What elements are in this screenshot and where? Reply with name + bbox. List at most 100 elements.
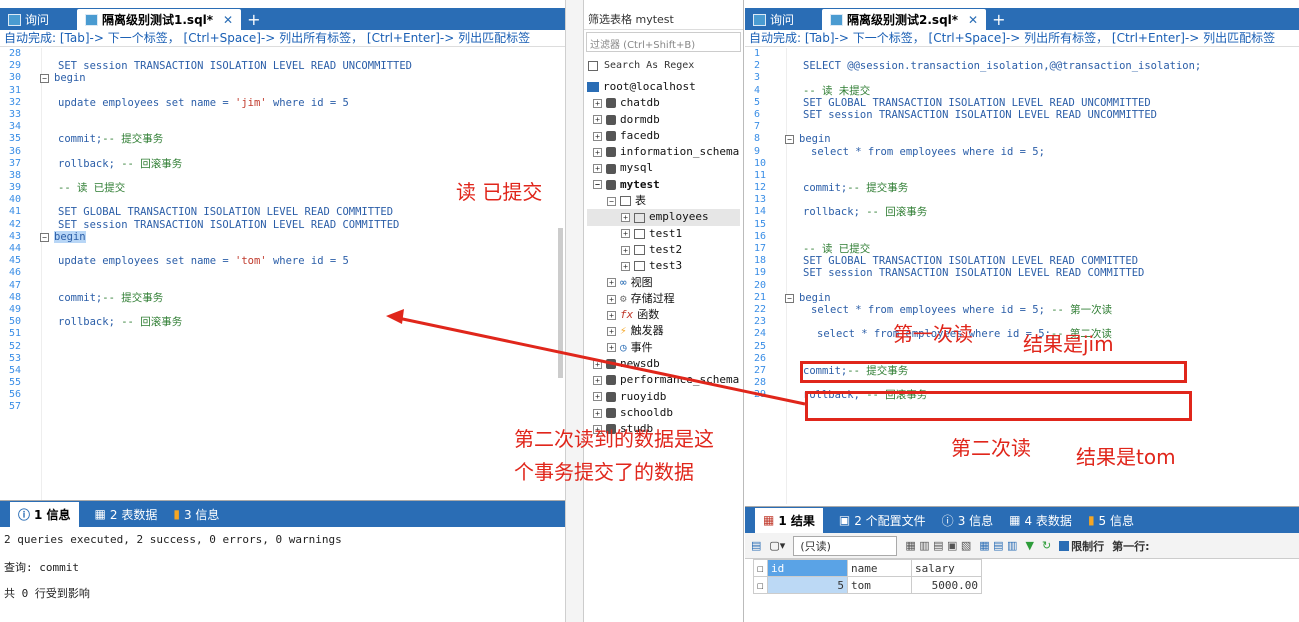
tree-db[interactable]: + schooldb (587, 405, 740, 421)
select-all-cell[interactable]: ☐ (753, 559, 768, 577)
add-tab-button[interactable]: + (241, 10, 266, 30)
column-header[interactable]: name (847, 559, 912, 577)
sql-file-icon (85, 13, 99, 26)
column-header[interactable]: id (767, 559, 848, 577)
filter-input[interactable]: 过滤器 (Ctrl+Shift+B) (586, 32, 741, 52)
tab-profile[interactable]: ▣ 2 个配置文件 (839, 512, 926, 529)
query-icon (8, 13, 21, 26)
expand-icon[interactable]: + (593, 375, 602, 385)
grid-cell[interactable]: 5 (767, 576, 848, 594)
line-number: 45 (9, 255, 22, 267)
tree-tables-folder[interactable]: − 表 (587, 193, 740, 209)
tab-query[interactable]: 询问 (745, 9, 802, 30)
annotation-explain-line2: 个事务提交了的数据 (514, 460, 694, 484)
result-grid[interactable]: ☐ id name salary ☐ 5 tom 5000.00 (753, 559, 982, 594)
line-number: 53 (9, 352, 22, 364)
tree-table[interactable]: + test1 (587, 226, 740, 242)
grid-cell[interactable]: tom (847, 576, 912, 594)
row-checkbox[interactable]: ☐ (753, 576, 768, 594)
tree-table[interactable]: + employees (587, 209, 740, 226)
line-number: 15 (754, 218, 767, 230)
line-gutter: 28 29 30 31 32 33 34 35 36 37 38 39 40 41 42 43 44 45 46 47… (0, 48, 42, 500)
tree-views[interactable]: + ∞ 视图 (587, 275, 740, 291)
tab-isolation-test-1[interactable]: 隔离级别测试1.sql* ✕ (77, 9, 242, 30)
expand-icon[interactable]: + (607, 294, 616, 304)
fold-icon[interactable]: − (40, 74, 49, 84)
collapse-icon[interactable]: − (607, 196, 616, 206)
tree-db[interactable]: + mysql (587, 160, 740, 176)
table-row[interactable]: ☐ 5 tom 5000.00 (753, 576, 982, 594)
limit-checkbox[interactable]: 限制行 (1059, 538, 1104, 554)
regex-option[interactable]: Search As Regex (584, 54, 743, 77)
right-tab-bar: 询问 隔离级别测试2.sql* ✕ + (745, 8, 1299, 30)
code-comment: -- 读 已提交 (803, 243, 871, 255)
expand-icon[interactable]: + (593, 98, 602, 108)
fold-icon[interactable]: − (40, 232, 49, 242)
limit-label: 限制行 (1071, 539, 1105, 553)
tab-table-data[interactable]: ▦ 2 表数据 (95, 506, 158, 523)
tree-procedures[interactable]: + ⚙ 存储过程 (587, 291, 740, 307)
tree-db[interactable]: + performance_schema (587, 372, 740, 388)
tree-db[interactable]: + dormdb (587, 112, 740, 128)
tab-info-3[interactable]: ▮ 3 信息 (173, 506, 219, 523)
tree-db[interactable]: + information_schema (587, 144, 740, 160)
column-header[interactable]: salary (911, 559, 982, 577)
expand-icon[interactable]: + (593, 359, 602, 369)
expand-icon[interactable]: + (621, 261, 630, 271)
tab-isolation-test-2[interactable]: 隔离级别测试2.sql* ✕ (822, 9, 987, 30)
tree-label: dormdb (620, 112, 660, 126)
tree-label: 视图 (630, 275, 653, 289)
refresh-icon[interactable]: ↻ (1042, 539, 1051, 552)
expand-icon[interactable]: + (607, 327, 616, 337)
tab-query[interactable]: 询问 (0, 9, 57, 30)
close-icon[interactable]: ✕ (223, 13, 233, 27)
checkbox-checked[interactable] (1059, 540, 1070, 551)
tree-db-current[interactable]: − mytest (587, 177, 740, 193)
readonly-select[interactable]: (只读) (793, 535, 898, 556)
grid-cell[interactable]: 5000.00 (911, 576, 982, 594)
expand-icon[interactable]: + (593, 392, 602, 402)
expand-icon[interactable]: + (593, 115, 602, 125)
expand-icon[interactable]: + (621, 229, 630, 239)
tree-db[interactable]: + newsdb (587, 356, 740, 372)
collapse-icon[interactable]: − (593, 180, 602, 190)
editor-scrollbar[interactable] (558, 228, 563, 378)
tab-info-5[interactable]: ▮ 5 信息 (1088, 512, 1134, 529)
expand-icon[interactable]: + (621, 213, 630, 223)
expand-icon[interactable]: + (621, 245, 630, 255)
annotation-result-tom: 结果是tom (1076, 445, 1176, 469)
tree-table[interactable]: + test2 (587, 242, 740, 258)
tree-root[interactable]: root@localhost (587, 79, 740, 95)
tree-functions[interactable]: + fx 函数 (587, 307, 740, 323)
expand-icon[interactable]: + (607, 310, 616, 320)
tree-db[interactable]: + facedb (587, 128, 740, 144)
fold-icon[interactable]: − (785, 135, 794, 145)
expand-icon[interactable]: + (593, 408, 602, 418)
close-icon[interactable]: ✕ (968, 13, 978, 27)
tab-result[interactable]: ▦ 1 结果 (755, 507, 823, 533)
checkbox[interactable] (588, 60, 598, 71)
tab-info[interactable]: ⓘ 3 信息 (942, 512, 993, 529)
tree-events[interactable]: + ◷ 事件 (587, 340, 740, 356)
tree-triggers[interactable]: + ⚡ 触发器 (587, 323, 740, 339)
expand-icon[interactable]: + (593, 164, 602, 174)
tab-info-1[interactable]: ⓘ 1 信息 (10, 501, 79, 527)
filter-icon[interactable]: ▼ (1025, 539, 1033, 552)
add-tab-button[interactable]: + (986, 10, 1011, 30)
expand-icon[interactable]: + (593, 131, 602, 141)
expand-icon[interactable]: + (607, 278, 616, 288)
expand-icon[interactable]: + (593, 147, 602, 157)
tree-label: mytest (620, 177, 660, 191)
toolbar-icons[interactable]: ▦ ▥ ▤ ▣ ▧ (905, 539, 971, 552)
sql-editor[interactable]: 28 29 30 31 32 33 34 35 36 37 38 39 40 41 42 43 44 45 46 47… (0, 48, 565, 500)
tree-db[interactable]: + ruoyidb (587, 389, 740, 405)
tab-table-data[interactable]: ▦ 4 表数据 (1009, 512, 1072, 529)
export-icon[interactable]: ▤ (751, 539, 761, 552)
tree-db[interactable]: + chatdb (587, 95, 740, 111)
tree-table[interactable]: + test3 (587, 258, 740, 274)
output-message: 2 queries executed, 2 success, 0 errors,… (4, 533, 342, 546)
layout-icons[interactable]: ▦ ▤ ▥ (979, 539, 1017, 552)
expand-icon[interactable]: + (607, 343, 616, 353)
fold-icon[interactable]: − (785, 293, 794, 303)
view-mode-icon[interactable]: ▢▾ (769, 539, 785, 552)
